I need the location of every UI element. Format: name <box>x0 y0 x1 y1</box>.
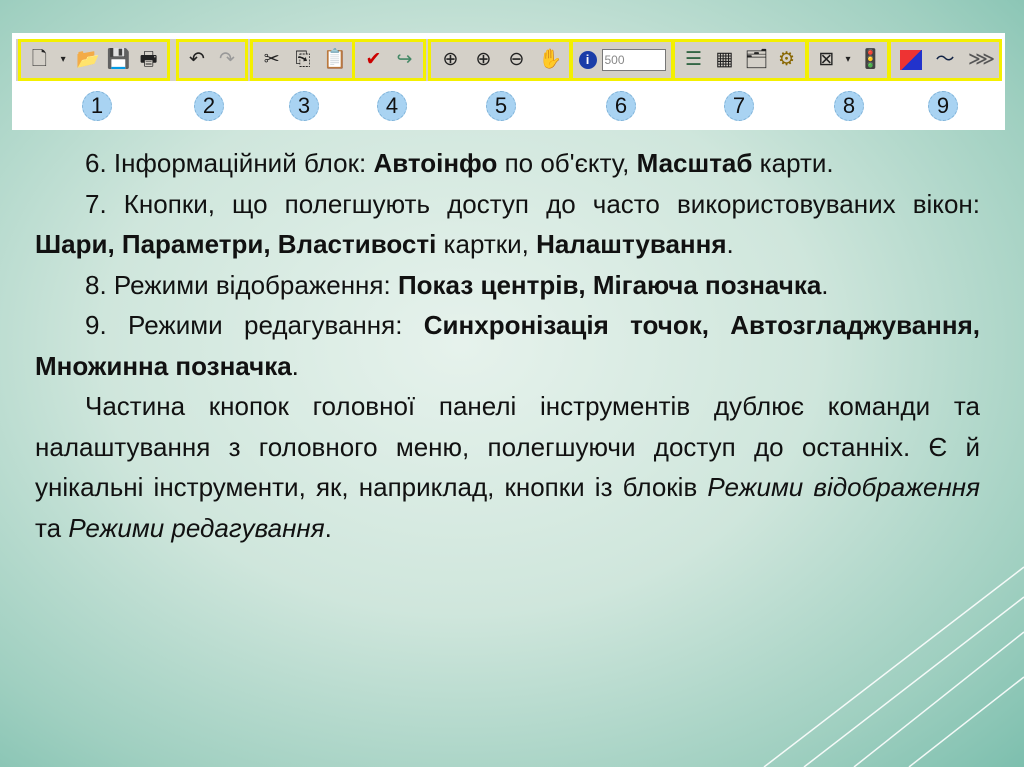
blinking-mark-icon[interactable]: 🚦 <box>859 50 883 70</box>
text: 8. Режими відображення: <box>85 269 398 300</box>
toolbar-group-5: ⊕ ⊕ ⊖ ✋ <box>428 39 572 81</box>
text: карти. <box>752 148 834 178</box>
toolbar-screenshot: 🗋 ▾ 📂 💾 🖶 ↶ ↷ ✂ ⎘ 📋 ✔ ↪ ⊕ ⊕ ⊖ ✋ i 500 ☰ … <box>12 33 1005 130</box>
paste-icon[interactable]: 📋 <box>323 50 347 70</box>
scale-input[interactable]: 500 <box>601 49 666 71</box>
save-icon[interactable]: 💾 <box>107 50 131 70</box>
multi-mark-icon[interactable]: ⋙ <box>968 50 995 70</box>
italic-term: Режими редагування <box>68 512 325 543</box>
dropdown-arrow-icon[interactable]: ▾ <box>844 50 852 70</box>
undo-icon[interactable]: ↶ <box>186 50 208 70</box>
bold-term: Показ центрів, Мігаюча позначка <box>397 269 822 300</box>
print-icon[interactable]: 🖶 <box>138 50 160 70</box>
text: . <box>821 269 829 300</box>
pan-hand-icon[interactable]: ✋ <box>539 50 563 70</box>
text: 7. Кнопки, що полегшують доступ до часто… <box>85 188 980 219</box>
redo-icon[interactable]: ↷ <box>216 50 238 70</box>
toolbar-group-7: ☰ ▦ 🗂 ⚙ <box>672 39 808 81</box>
check-icon[interactable]: ✔ <box>363 50 385 70</box>
table-icon[interactable]: ▦ <box>714 50 736 70</box>
group-number-badge: 5 <box>486 91 516 121</box>
paragraph-window-buttons: 7. Кнопки, що полегшують доступ до часто… <box>35 184 980 265</box>
bold-term: Шари, Параметри, Властивості <box>35 229 437 259</box>
group-number-badge: 8 <box>834 91 864 121</box>
sync-points-icon[interactable] <box>900 50 922 70</box>
info-icon[interactable]: i <box>578 51 597 69</box>
open-folder-icon[interactable]: 📂 <box>76 50 100 70</box>
new-document-icon[interactable]: 🗋 <box>28 50 50 70</box>
paragraph-info-block: 6. Інформаційний блок: Автоінфо по об'єк… <box>35 143 980 184</box>
paragraph-display-modes: 8. Режими відображення: Показ центрів, М… <box>35 265 980 306</box>
bold-term: Автоінфо <box>373 148 498 178</box>
zoom-area-icon[interactable]: ⊕ <box>440 50 462 70</box>
group-number-badge: 9 <box>928 91 958 121</box>
properties-icon[interactable]: 🗂 <box>745 50 769 70</box>
show-centers-icon[interactable]: ⊠ <box>815 50 837 70</box>
bold-term: Налаштування <box>536 229 727 259</box>
group-number-badge: 7 <box>724 91 754 121</box>
group-number-badge: 3 <box>289 91 319 121</box>
text: картки, <box>436 229 537 259</box>
cut-icon[interactable]: ✂ <box>261 50 283 70</box>
toolbar: 🗋 ▾ 📂 💾 🖶 ↶ ↷ ✂ ⎘ 📋 ✔ ↪ ⊕ ⊕ ⊖ ✋ i 500 ☰ … <box>16 39 1002 81</box>
text: по об'єкту, <box>497 148 637 178</box>
repeat-icon[interactable]: ↪ <box>394 50 416 70</box>
toolbar-group-3: ✂ ⎘ 📋 <box>250 39 356 81</box>
group-number-badge: 2 <box>194 91 224 121</box>
settings-icon[interactable]: ⚙ <box>776 50 798 70</box>
text: . <box>324 512 332 543</box>
smoothing-icon[interactable]: 〜 <box>934 50 956 70</box>
toolbar-group-1: 🗋 ▾ 📂 💾 🖶 <box>18 39 170 81</box>
copy-icon[interactable]: ⎘ <box>292 50 314 70</box>
dropdown-arrow-icon[interactable]: ▾ <box>59 50 67 70</box>
toolbar-group-6: i 500 <box>570 39 674 81</box>
toolbar-group-2: ↶ ↷ <box>176 39 248 81</box>
bold-term: Масштаб <box>636 148 753 178</box>
group-number-badge: 6 <box>606 91 636 121</box>
text: та <box>35 512 69 543</box>
group-number-badge: 4 <box>377 91 407 121</box>
zoom-out-icon[interactable]: ⊖ <box>506 50 528 70</box>
layers-icon[interactable]: ☰ <box>683 50 705 70</box>
text: . <box>291 350 299 381</box>
text: 6. Інформаційний блок: <box>85 148 374 178</box>
decorative-lines <box>763 566 1024 767</box>
zoom-in-icon[interactable]: ⊕ <box>473 50 495 70</box>
group-number-badge: 1 <box>82 91 112 121</box>
toolbar-group-9: 〜 ⋙ <box>888 39 1002 81</box>
paragraph-edit-modes: 9. Режими редагування: Синхронізація точ… <box>35 305 980 386</box>
toolbar-group-8: ⊠ ▾ 🚦 <box>806 39 890 81</box>
toolbar-group-4: ✔ ↪ <box>352 39 426 81</box>
text: 9. Режими редагування: <box>85 310 424 340</box>
text: . <box>726 229 734 259</box>
